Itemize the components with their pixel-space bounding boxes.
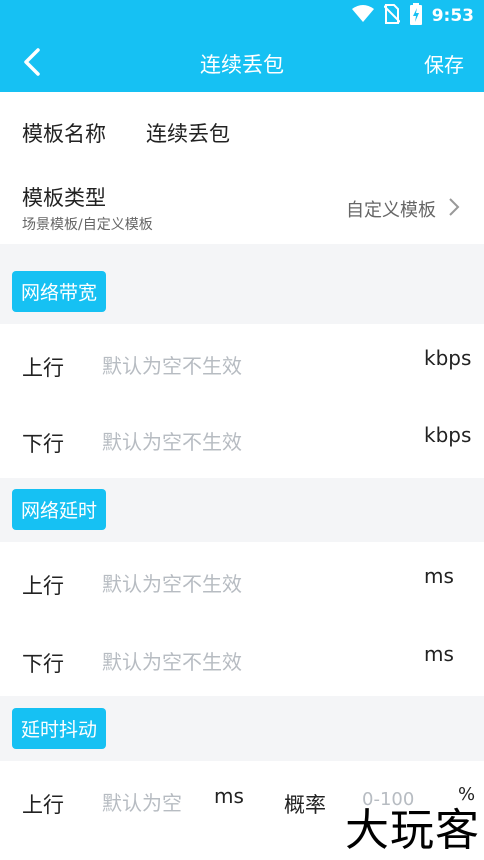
latency-down-label: 下行: [22, 652, 64, 676]
template-name-row[interactable]: 模板名称 连续丢包: [0, 92, 484, 164]
page-title: 连续丢包: [200, 53, 284, 77]
battery-charging-icon: [409, 3, 422, 29]
section-bandwidth: 网络带宽: [12, 271, 107, 312]
template-type-hint: 场景模板/自定义模板: [22, 217, 153, 233]
section-latency: 网络延时: [12, 489, 107, 530]
section-jitter: 延时抖动: [12, 708, 107, 749]
bandwidth-down-unit: kbps: [424, 423, 472, 447]
save-button[interactable]: 保存: [424, 49, 464, 78]
latency-up-unit: ms: [424, 564, 454, 588]
no-sim-icon: [382, 4, 401, 28]
chevron-right-icon: [448, 197, 460, 221]
bandwidth-up-input[interactable]: 默认为空不生效: [102, 350, 242, 379]
latency-down-input[interactable]: 默认为空不生效: [102, 646, 242, 675]
latency-down-unit: ms: [424, 642, 454, 666]
bandwidth-down-label: 下行: [22, 432, 64, 456]
jitter-up-input[interactable]: 默认为空: [102, 787, 182, 816]
bandwidth-up-label: 上行: [22, 356, 64, 380]
wifi-icon: [351, 5, 374, 27]
status-bar: 9:53: [0, 0, 484, 32]
watermark-logo: 大玩客: [345, 805, 480, 856]
latency-group: 上行 默认为空不生效 ms 下行 默认为空不生效 ms: [0, 542, 484, 696]
jitter-up-label: 上行: [22, 793, 64, 817]
jitter-probability-label: 概率: [284, 793, 326, 817]
bandwidth-down-input[interactable]: 默认为空不生效: [102, 426, 242, 455]
template-name-label: 模板名称: [22, 122, 106, 146]
template-name-value[interactable]: 连续丢包: [146, 118, 230, 148]
template-type-row[interactable]: 模板类型 场景模板/自定义模板 自定义模板: [0, 164, 484, 244]
bandwidth-up-unit: kbps: [424, 346, 472, 370]
jitter-up-unit: ms: [214, 784, 244, 808]
app-bar: 连续丢包 保存: [0, 32, 484, 92]
bandwidth-group: 上行 默认为空不生效 kbps 下行 默认为空不生效 kbps: [0, 324, 484, 478]
latency-up-input[interactable]: 默认为空不生效: [102, 568, 242, 597]
latency-up-label: 上行: [22, 574, 64, 598]
template-type-value: 自定义模板: [346, 200, 436, 221]
status-time: 9:53: [431, 6, 474, 26]
template-type-label: 模板类型: [22, 186, 106, 210]
